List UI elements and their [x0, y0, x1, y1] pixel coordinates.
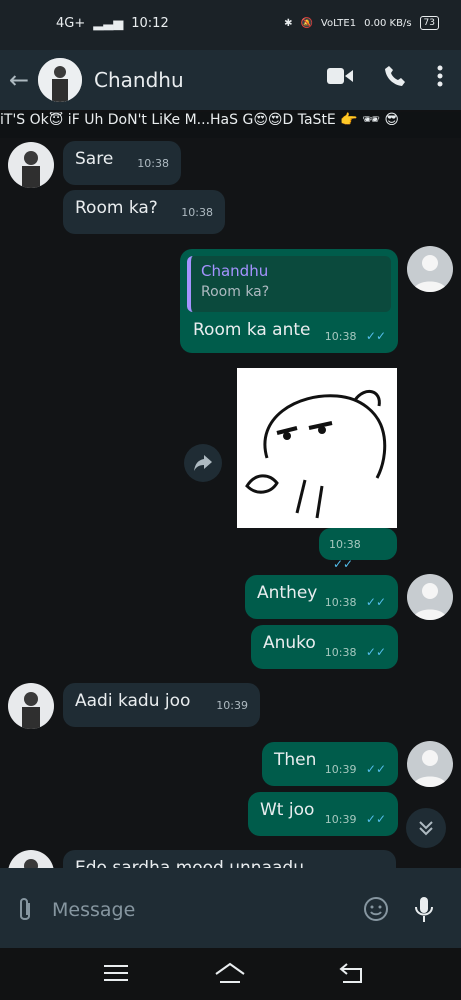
quoted-message[interactable]: Chandhu Room ka? — [187, 256, 391, 312]
message-bubble-out[interactable]: Then 10:39 ✓✓ — [262, 742, 398, 786]
double-check-icon: ✓✓ — [365, 645, 386, 659]
marquee-text: iT'S Ok😇 iF Uh DoN't LiKe M...HaS G😍😍D T… — [0, 112, 461, 138]
double-chevron-down-icon — [419, 821, 433, 836]
home-icon[interactable] — [214, 962, 246, 988]
contact-avatar[interactable] — [38, 58, 82, 102]
message-text: Anthey — [257, 583, 318, 603]
message-time: 10:38 — [324, 330, 357, 343]
system-nav-bar — [0, 948, 461, 1000]
phone-icon[interactable] — [383, 64, 407, 92]
emoji-icon[interactable] — [363, 896, 389, 926]
signal-icon: ▂▃▅ — [93, 16, 124, 31]
video-call-icon[interactable] — [327, 66, 353, 90]
bluetooth-icon: ✱ — [284, 17, 293, 29]
status-right: ✱ 🔕 VoLTE1 0.00 KB/s 73 — [284, 16, 439, 30]
message-time: 10:38 — [181, 206, 213, 219]
more-vert-icon[interactable] — [437, 65, 443, 91]
chat-area: Sare 10:38 Room ka? 10:38 Chandhu Room k… — [0, 138, 461, 868]
battery-indicator: 73 — [419, 16, 439, 30]
network-indicator: 4G+ — [56, 16, 86, 31]
cartoon-sticker-icon — [245, 390, 387, 519]
message-time: 10:38 — [329, 538, 361, 551]
message-time: 10:39 — [324, 763, 357, 776]
double-check-icon: ✓✓ — [365, 595, 386, 609]
clock: 10:12 — [131, 16, 169, 31]
message-text: Wt joo — [260, 800, 315, 820]
my-avatar[interactable] — [407, 741, 453, 787]
forward-icon[interactable] — [184, 444, 222, 482]
mute-icon: 🔕 — [300, 17, 313, 29]
scroll-down-button[interactable] — [406, 808, 446, 848]
person-photo-icon — [38, 58, 82, 102]
double-check-icon: ✓✓ — [333, 557, 354, 571]
message-bubble-in[interactable]: Room ka? 10:38 — [63, 190, 225, 234]
message-time: 10:39 — [216, 699, 248, 712]
contact-avatar-small[interactable] — [8, 142, 54, 188]
message-composer: Message — [0, 868, 461, 948]
header-actions — [327, 64, 443, 92]
message-text: Edo sardha mood unnaadu — [75, 858, 304, 868]
menu-icon[interactable] — [104, 963, 128, 987]
sticker-image[interactable] — [237, 368, 397, 528]
message-time: 10:38 — [324, 646, 357, 659]
message-time: 10:38 — [324, 596, 357, 609]
quoted-text: Room ka? — [201, 284, 270, 300]
message-input[interactable]: Message — [52, 899, 135, 921]
message-bubble-out[interactable]: Anuko 10:38 ✓✓ — [251, 625, 398, 669]
my-avatar[interactable] — [407, 246, 453, 292]
volte-indicator: VoLTE1 — [320, 17, 357, 29]
chat-header: ← Chandhu — [0, 50, 461, 110]
status-left: 4G+ ▂▃▅ 10:12 — [56, 16, 169, 31]
message-bubble-in[interactable]: Sare 10:38 — [63, 141, 181, 185]
speed-indicator: 0.00 KB/s — [364, 17, 412, 29]
contact-avatar-small[interactable] — [8, 683, 54, 729]
message-text: Room ka? — [75, 198, 158, 218]
message-bubble-out[interactable]: 10:38 ✓✓ — [319, 528, 397, 571]
message-text: Sare — [75, 149, 114, 169]
message-bubble-out[interactable]: Anthey 10:38 ✓✓ — [245, 575, 398, 619]
back-icon[interactable] — [339, 962, 363, 988]
mic-icon[interactable] — [414, 895, 434, 927]
message-bubble-out[interactable]: Chandhu Room ka? Room ka ante 10:38 ✓✓ — [180, 249, 398, 353]
my-avatar[interactable] — [407, 574, 453, 620]
message-text: Anuko — [263, 633, 316, 653]
contact-name[interactable]: Chandhu — [94, 68, 184, 92]
message-bubble-in[interactable]: Aadi kadu joo 10:39 — [63, 683, 260, 727]
contact-avatar-small[interactable] — [8, 850, 54, 868]
message-bubble-out[interactable]: Wt joo 10:39 ✓✓ — [248, 792, 398, 836]
status-bar: 4G+ ▂▃▅ 10:12 ✱ 🔕 VoLTE1 0.00 KB/s 73 — [0, 0, 461, 50]
attach-icon[interactable] — [15, 897, 35, 927]
message-time: 10:38 — [137, 157, 169, 170]
message-bubble-in[interactable]: Edo sardha mood unnaadu — [63, 850, 396, 868]
message-text: Aadi kadu joo — [75, 691, 191, 711]
double-check-icon: ✓✓ — [365, 762, 386, 776]
quoted-sender: Chandhu — [201, 262, 269, 280]
back-arrow-icon[interactable]: ← — [0, 66, 38, 94]
double-check-icon: ✓✓ — [365, 329, 386, 343]
message-text: Room ka ante — [193, 320, 311, 340]
message-time: 10:39 — [324, 813, 357, 826]
double-check-icon: ✓✓ — [365, 812, 386, 826]
